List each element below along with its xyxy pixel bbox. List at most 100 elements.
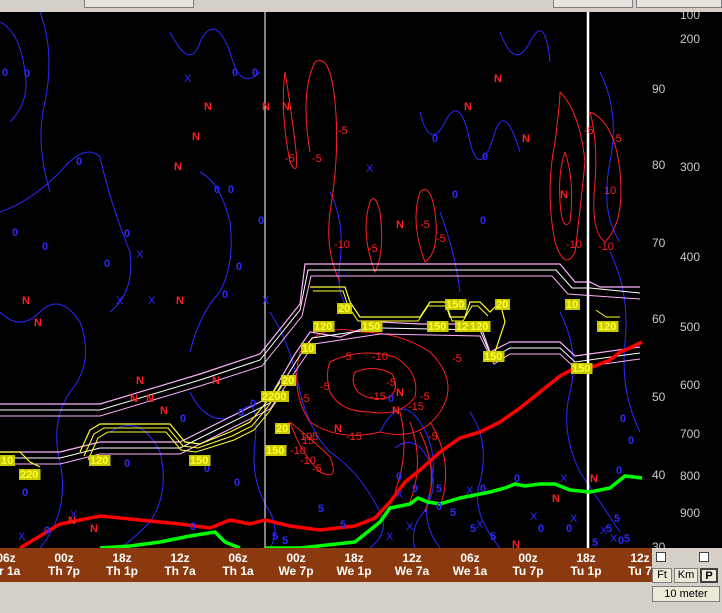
toolbar-button-3[interactable] (636, 0, 722, 8)
yellow-contour-label: 10 (566, 299, 578, 311)
blue-contour-label: 0 (228, 184, 234, 196)
n-marker: N (176, 295, 184, 307)
n-marker: N (22, 295, 30, 307)
vertical-axis: 100 200 300 400 500 600 700 800 900 90 8… (650, 12, 722, 548)
blue-contour-label: 0 (620, 413, 626, 425)
display-controls: Ft Km P 10 meter (652, 548, 722, 604)
blue-contour-label: 0 (452, 189, 458, 201)
yellow-contour-label: 20 (338, 303, 350, 315)
pressure-tick: 800 (680, 469, 701, 483)
red-contour-label: -5 (612, 133, 622, 145)
n-marker: N (192, 131, 200, 143)
blue-contour-label: 0 (436, 501, 442, 513)
blue-contour (599, 71, 621, 243)
pressure-tick: 700 (680, 427, 701, 441)
toolbar-button-2[interactable] (553, 0, 633, 8)
time-label: 00z Tu 7p (512, 551, 544, 578)
red-contour-label: -5 (584, 125, 594, 137)
blue-contour-label: 0 (482, 151, 488, 163)
temperature-tick: 60 (652, 312, 666, 326)
pressure-tick: 400 (680, 250, 701, 264)
temperature-tick: 90 (652, 82, 666, 96)
x-marker: X (70, 509, 78, 521)
blue-contour-label: 5 (436, 483, 442, 495)
time-label: 12z We 7a (394, 551, 430, 578)
pink-contour (0, 333, 641, 465)
dewpoint-line (99, 530, 241, 548)
yellow-contour-label: 150 (446, 299, 464, 311)
blue-contour (39, 12, 51, 193)
red-contour-label: -5 (312, 153, 322, 165)
n-marker: N (282, 101, 290, 113)
x-marker: X (530, 511, 538, 523)
red-contour (365, 198, 383, 274)
blue-contour-label: 0 (412, 483, 418, 495)
blue-contour-label: 0 (22, 487, 28, 499)
x-marker: X (466, 485, 474, 497)
x-marker: X (396, 489, 404, 501)
blue-contour-label: 0 (252, 67, 258, 79)
pink-contour (0, 275, 641, 417)
n-marker: N (392, 405, 400, 417)
red-contour-label: -5 (386, 377, 396, 389)
time-label: 18z Th 1p (106, 551, 138, 578)
x-marker: X (116, 295, 124, 307)
yellow-contour-label: 150 (266, 445, 284, 457)
pressure-tick: 500 (680, 320, 701, 334)
units-ft-button[interactable]: Ft (652, 568, 672, 583)
time-label: 06z Th 1a (222, 551, 254, 578)
blue-contour-label: 0 (628, 435, 634, 447)
temperature-tick: 40 (652, 468, 666, 482)
top-toolbar (0, 0, 722, 12)
yellow-contour-label: 150 (428, 321, 446, 333)
level-selector[interactable]: 10 meter (652, 586, 720, 602)
blue-contour-label: 0 (238, 407, 244, 419)
x-marker: X (560, 473, 568, 485)
blue-contour-label: 0 (124, 458, 130, 470)
blue-contour-label: 0 (480, 483, 486, 495)
bottom-strip (0, 582, 652, 613)
red-contour-label: -10 (372, 351, 388, 363)
time-label: 06zFr 1a (0, 551, 21, 578)
time-label: 00z We 7p (278, 551, 314, 578)
blue-contour-label: 0 (180, 413, 186, 425)
n-marker: N (212, 375, 220, 387)
time-label: 00z Th 7p (48, 551, 80, 578)
blue-contour (169, 28, 261, 80)
n-marker: N (146, 393, 154, 405)
contour-canvas: 0 0 0 000 00000000 000 0000 0000000000000 000005… (0, 12, 643, 548)
x-marker: X (570, 513, 578, 525)
yellow-contour-label: 20 (276, 423, 288, 435)
red-contour-label: -15 (346, 431, 362, 443)
temperature-tick: 70 (652, 236, 666, 250)
right-checkbox[interactable] (699, 552, 709, 562)
x-marker: X (136, 249, 144, 261)
units-km-button[interactable]: Km (674, 568, 698, 583)
red-contour-label: -5 (320, 381, 330, 393)
blue-contour (189, 171, 232, 353)
red-contour-label: -5 (338, 125, 348, 137)
n-marker: N (130, 393, 138, 405)
x-marker: X (610, 533, 618, 545)
n-marker: N (34, 317, 42, 329)
blue-contour-label: 5 (592, 537, 598, 548)
red-contour-label: -5 (436, 233, 446, 245)
left-checkbox[interactable] (656, 552, 666, 562)
pressure-tick: 600 (680, 378, 701, 392)
blue-contour-label: 0 (44, 525, 50, 537)
n-marker: N (552, 493, 560, 505)
toolbar-button-1[interactable] (84, 0, 194, 8)
blue-contour (439, 211, 461, 293)
blue-contour-label: 5 (272, 531, 278, 543)
yellow-contour-label: 120 (470, 321, 488, 333)
red-contour-label: -10 (566, 239, 582, 251)
x-marker: X (476, 519, 484, 531)
yellow-contour (595, 309, 620, 318)
surface-temperature-line (19, 340, 643, 548)
blue-contour-label: 0 (250, 398, 256, 410)
units-p-button[interactable]: P (700, 568, 718, 583)
n-marker: N (334, 423, 342, 435)
blue-contour (559, 311, 621, 533)
red-contour (589, 111, 622, 243)
blue-contour-label: 5 (624, 533, 630, 545)
